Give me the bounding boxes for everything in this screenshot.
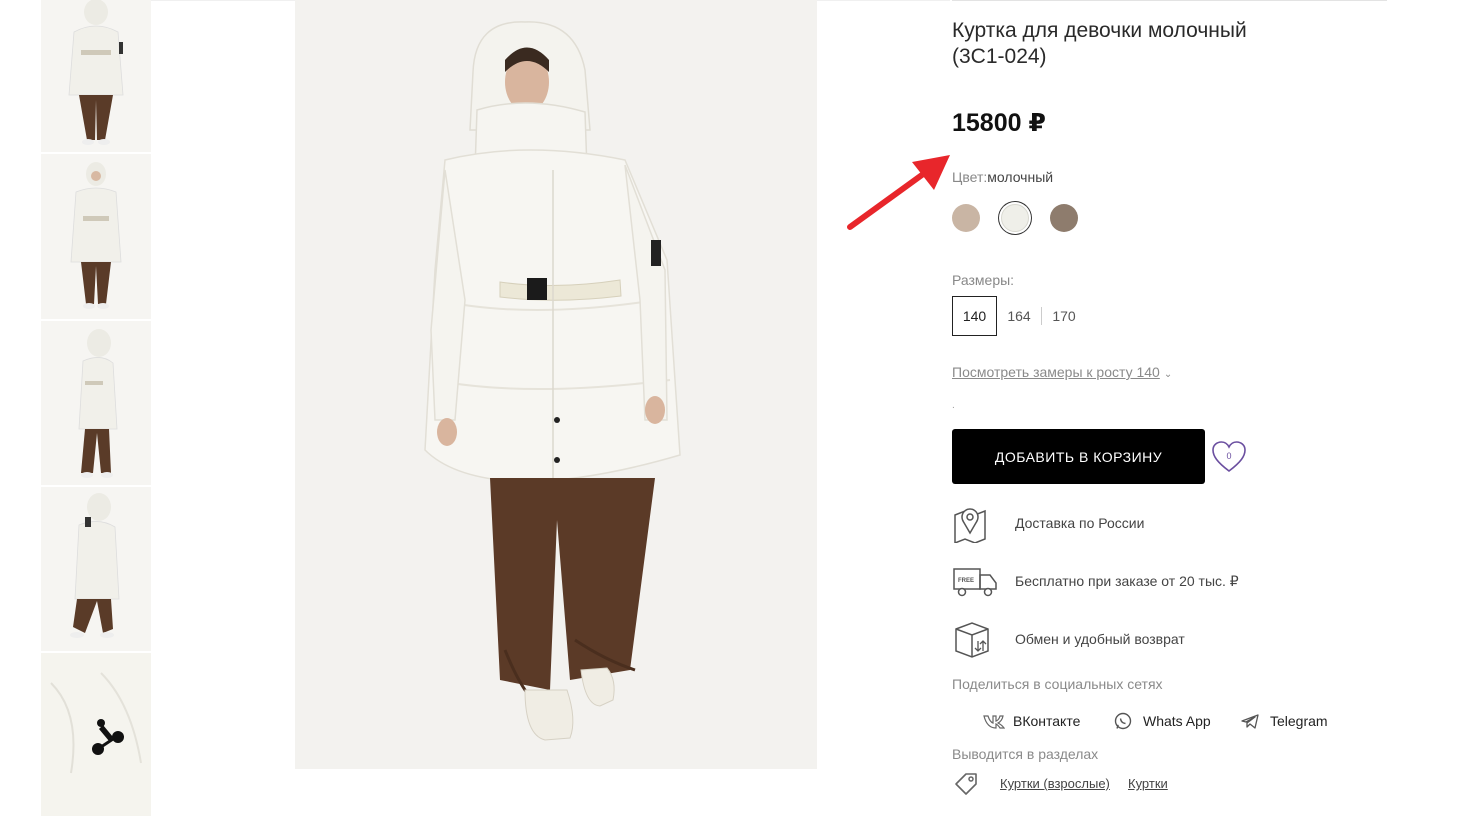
color-swatches	[952, 204, 1078, 232]
product-title: Куртка для девочки молочный (3С1-024)	[952, 18, 1382, 70]
color-swatch-beige[interactable]	[952, 204, 980, 232]
feature-free-shipping: FREE Бесплатно при заказе от 20 тыс. ₽	[952, 561, 1239, 601]
section-link-jackets[interactable]: Куртки	[1128, 776, 1168, 791]
color-value: молочный	[987, 169, 1054, 185]
section-link-jackets-adult[interactable]: Куртки (взрослые)	[1000, 776, 1110, 791]
thumbnail-4[interactable]	[41, 487, 151, 653]
feature-delivery: Доставка по России	[952, 503, 1144, 543]
thumbnail-3[interactable]	[41, 321, 151, 487]
telegram-icon	[1241, 714, 1259, 729]
stray-dot: .	[952, 400, 955, 411]
share-vk-label: ВКонтакте	[1013, 713, 1081, 729]
top-divider	[952, 0, 1387, 1]
red-arrow-annotation	[847, 155, 950, 230]
box-return-icon	[955, 622, 989, 658]
chevron-down-icon: ⌄	[1163, 369, 1173, 380]
sizes-label: Размеры:	[952, 272, 1015, 288]
sections-label: Выводится в разделах	[952, 746, 1099, 762]
tag-icon	[955, 773, 977, 795]
free-truck-icon: FREE	[953, 568, 997, 597]
product-main-image[interactable]	[295, 0, 817, 769]
share-whatsapp-link[interactable]: Whats App	[1113, 712, 1211, 730]
color-label: Цвет:молочный	[952, 169, 1053, 185]
share-vk-link[interactable]: ВКонтакте	[983, 712, 1080, 730]
product-title-line1: Куртка для девочки молочный	[952, 19, 1247, 42]
share-label: Поделиться в социальных сетях	[952, 676, 1163, 692]
svg-text:FREE: FREE	[958, 578, 974, 584]
size-option-164[interactable]: 164	[997, 296, 1041, 336]
share-telegram-link[interactable]: Telegram	[1240, 712, 1328, 730]
thumbnail-strip	[41, 0, 151, 816]
feature-delivery-text: Доставка по России	[1015, 515, 1145, 531]
add-to-cart-button[interactable]: ДОБАВИТЬ В КОРЗИНУ	[952, 429, 1205, 484]
size-selector: 140 164 170	[952, 296, 1086, 336]
thumbnail-5[interactable]	[41, 653, 151, 816]
color-swatch-taupe[interactable]	[1050, 204, 1078, 232]
favorites-count: 0	[1226, 451, 1232, 461]
color-swatch-milk[interactable]	[1001, 204, 1029, 232]
share-whatsapp-label: Whats App	[1143, 713, 1211, 729]
size-option-170[interactable]: 170	[1042, 296, 1086, 336]
product-title-line2: (3С1-024)	[952, 45, 1047, 68]
feature-returns: Обмен и удобный возврат	[952, 619, 1185, 659]
thumbnail-1[interactable]	[41, 0, 151, 154]
thumbnail-2[interactable]	[41, 154, 151, 321]
product-price: 15800 ₽	[952, 109, 1046, 137]
feature-free-shipping-text: Бесплатно при заказе от 20 тыс. ₽	[1015, 572, 1239, 589]
size-measurements-text: Посмотреть замеры к росту 140	[952, 364, 1160, 380]
share-telegram-label: Telegram	[1270, 713, 1328, 729]
feature-returns-text: Обмен и удобный возврат	[1015, 631, 1185, 647]
size-measurements-link[interactable]: Посмотреть замеры к росту 140 ⌄	[952, 364, 1172, 380]
whatsapp-icon	[1114, 712, 1132, 730]
color-label-text: Цвет:	[952, 169, 988, 185]
map-pin-icon	[954, 508, 986, 543]
vk-icon	[983, 715, 1005, 729]
size-option-140[interactable]: 140	[952, 296, 997, 336]
